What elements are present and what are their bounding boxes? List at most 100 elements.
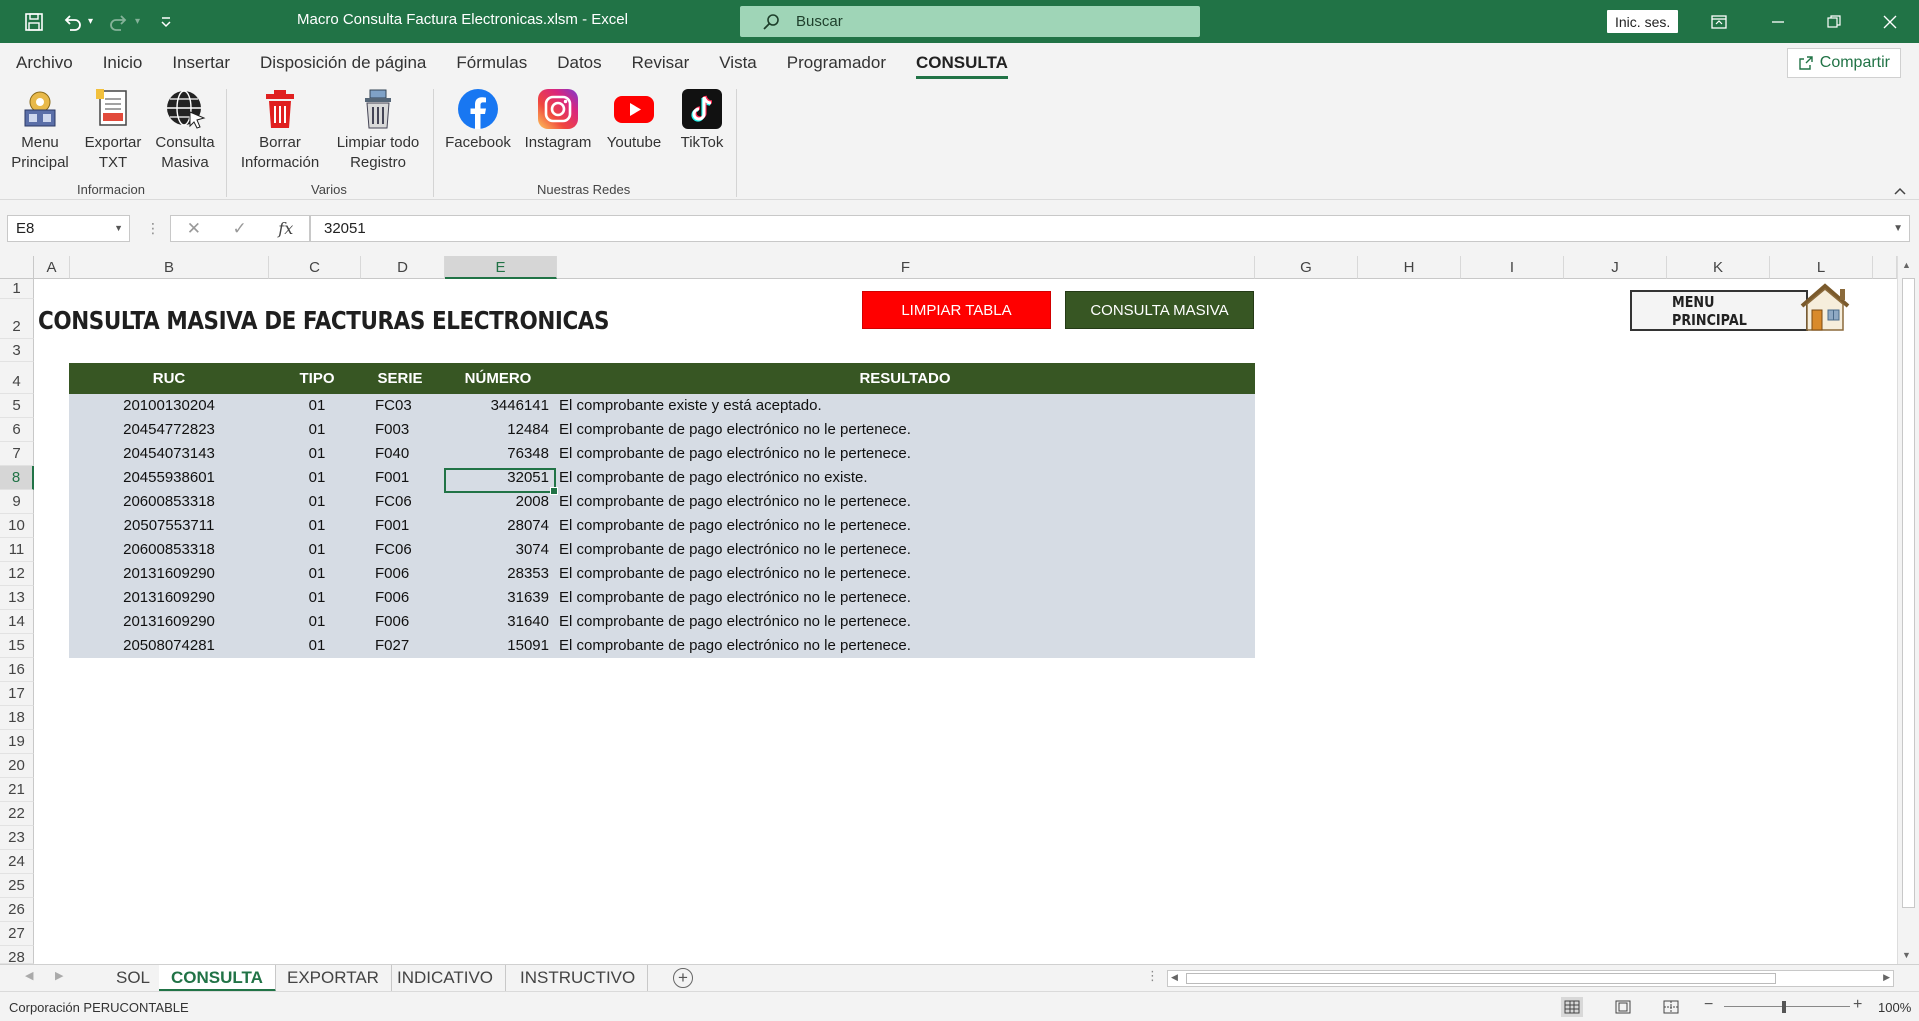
scroll-down-icon[interactable]: ▼	[1902, 950, 1911, 960]
column-header-C[interactable]: C	[269, 256, 361, 279]
vertical-scroll-thumb[interactable]	[1902, 278, 1915, 908]
table-row[interactable]: 20100130204 01 FC03 3446141 El comproban…	[69, 394, 1255, 418]
column-header-D[interactable]: D	[361, 256, 445, 279]
exportar-txt-button[interactable]: Exportar TXT	[80, 87, 146, 173]
facebook-button[interactable]: Facebook	[443, 87, 513, 153]
table-row[interactable]: 20507553711 01 F001 28074 El comprobante…	[69, 514, 1255, 538]
column-header-H[interactable]: H	[1358, 256, 1461, 279]
row-header-6[interactable]: 6	[0, 418, 34, 442]
add-sheet-icon[interactable]: +	[673, 968, 693, 988]
row-header-9[interactable]: 9	[0, 490, 34, 514]
row-header-5[interactable]: 5	[0, 394, 34, 418]
scroll-up-icon[interactable]: ▲	[1902, 260, 1911, 270]
youtube-button[interactable]: Youtube	[602, 87, 666, 153]
prev-sheet-icon[interactable]: ◀	[25, 969, 33, 982]
table-row[interactable]: 20600853318 01 FC06 2008 El comprobante …	[69, 490, 1255, 514]
search-box[interactable]: Buscar	[740, 6, 1200, 37]
sheet-tab-sol[interactable]: SOL	[104, 965, 164, 992]
row-header-2[interactable]: 2	[0, 299, 34, 339]
zoom-level[interactable]: 100%	[1878, 1000, 1911, 1015]
sheet-tab-instructivo[interactable]: INSTRUCTIVO	[508, 965, 649, 992]
row-header-12[interactable]: 12	[0, 562, 34, 586]
sheet-tab-consulta[interactable]: CONSULTA	[159, 965, 276, 992]
column-header-G[interactable]: G	[1255, 256, 1358, 279]
table-row[interactable]: 20508074281 01 F027 15091 El comprobante…	[69, 634, 1255, 658]
row-header-21[interactable]: 21	[0, 778, 34, 802]
ribbon-display-options-icon[interactable]	[1705, 8, 1733, 36]
close-icon[interactable]	[1876, 8, 1904, 36]
customize-toolbar-icon[interactable]	[154, 10, 178, 34]
collapse-ribbon-icon[interactable]	[1893, 183, 1907, 199]
zoom-slider-knob[interactable]	[1782, 1001, 1786, 1013]
row-header-26[interactable]: 26	[0, 898, 34, 922]
column-header-I[interactable]: I	[1461, 256, 1564, 279]
tab-archivo[interactable]: Archivo	[16, 43, 73, 83]
sheet-tab-indicativo[interactable]: INDICATIVO	[385, 965, 507, 992]
column-header-K[interactable]: K	[1667, 256, 1770, 279]
redo-dropdown-icon[interactable]: ▾	[135, 16, 140, 27]
page-break-view-icon[interactable]	[1660, 997, 1682, 1017]
column-header-B[interactable]: B	[70, 256, 269, 279]
redo-icon[interactable]	[107, 10, 131, 34]
borrar-informacion-button[interactable]: Borrar Información	[234, 87, 326, 173]
formula-bar-grip-icon[interactable]: ⋮	[146, 220, 160, 237]
row-header-19[interactable]: 19	[0, 730, 34, 754]
row-header-4[interactable]: 4	[0, 362, 34, 394]
undo-dropdown-icon[interactable]: ▾	[88, 16, 93, 27]
tab-datos[interactable]: Datos	[557, 43, 601, 83]
worksheet-grid[interactable]: A B C D E F G H I J K L 1 2 3 4 5 6 7 8 …	[0, 256, 1919, 964]
vertical-scrollbar[interactable]: ▲ ▼	[1897, 256, 1919, 964]
share-button[interactable]: Compartir	[1786, 48, 1901, 78]
tab-splitter-icon[interactable]: ⋮	[1146, 968, 1159, 984]
consulta-masiva-ribbon-button[interactable]: Consulta Masiva	[152, 87, 218, 173]
row-header-23[interactable]: 23	[0, 826, 34, 850]
active-cell-selection[interactable]	[444, 468, 558, 495]
row-header-28[interactable]: 28	[0, 946, 34, 964]
select-all-corner[interactable]	[0, 256, 34, 279]
cancel-icon[interactable]: ✕	[187, 219, 201, 239]
column-header-J[interactable]: J	[1564, 256, 1667, 279]
column-header-F[interactable]: F	[557, 256, 1255, 279]
name-box-dropdown-icon[interactable]: ▼	[114, 216, 123, 241]
limpiar-todo-registro-button[interactable]: Limpiar todo Registro	[332, 87, 424, 173]
minimize-icon[interactable]	[1764, 8, 1792, 36]
limpiar-tabla-button[interactable]: LIMPIAR TABLA	[862, 291, 1051, 329]
row-header-13[interactable]: 13	[0, 586, 34, 610]
tab-programador[interactable]: Programador	[787, 43, 886, 83]
row-header-10[interactable]: 10	[0, 514, 34, 538]
tab-insertar[interactable]: Insertar	[172, 43, 230, 83]
tiktok-button[interactable]: TikTok	[672, 87, 732, 153]
insert-function-icon[interactable]: fx	[278, 219, 293, 238]
formula-input[interactable]: 32051 ▼	[310, 215, 1910, 242]
row-header-15[interactable]: 15	[0, 634, 34, 658]
scroll-right-icon[interactable]: ▶	[1883, 972, 1890, 983]
tab-formulas[interactable]: Fórmulas	[456, 43, 527, 83]
row-header-16[interactable]: 16	[0, 658, 34, 682]
row-header-14[interactable]: 14	[0, 610, 34, 634]
enter-icon[interactable]: ✓	[233, 219, 247, 239]
row-header-27[interactable]: 27	[0, 922, 34, 946]
row-header-25[interactable]: 25	[0, 874, 34, 898]
row-header-18[interactable]: 18	[0, 706, 34, 730]
tab-disposicion[interactable]: Disposición de página	[260, 43, 426, 83]
table-row[interactable]: 20131609290 01 F006 31640 El comprobante…	[69, 610, 1255, 634]
row-header-17[interactable]: 17	[0, 682, 34, 706]
table-row[interactable]: 20600853318 01 FC06 3074 El comprobante …	[69, 538, 1255, 562]
row-header-24[interactable]: 24	[0, 850, 34, 874]
row-header-22[interactable]: 22	[0, 802, 34, 826]
table-row[interactable]: 20131609290 01 F006 28353 El comprobante…	[69, 562, 1255, 586]
tab-revisar[interactable]: Revisar	[632, 43, 690, 83]
row-header-7[interactable]: 7	[0, 442, 34, 466]
column-header-E[interactable]: E	[445, 256, 557, 279]
table-row[interactable]: 20454073143 01 F040 76348 El comprobante…	[69, 442, 1255, 466]
sign-in-button[interactable]: Inic. ses.	[1607, 10, 1679, 33]
next-sheet-icon[interactable]: ▶	[55, 969, 63, 982]
tab-vista[interactable]: Vista	[719, 43, 757, 83]
row-header-8[interactable]: 8	[0, 466, 34, 490]
horizontal-scrollbar[interactable]: ◀ ▶	[1167, 970, 1894, 987]
row-header-1[interactable]: 1	[0, 279, 34, 299]
normal-view-icon[interactable]	[1561, 997, 1583, 1017]
menu-principal-button[interactable]: Menu Principal	[8, 87, 72, 173]
table-row[interactable]: 20455938601 01 F001 32051 El comprobante…	[69, 466, 1255, 490]
save-icon[interactable]	[22, 10, 46, 34]
